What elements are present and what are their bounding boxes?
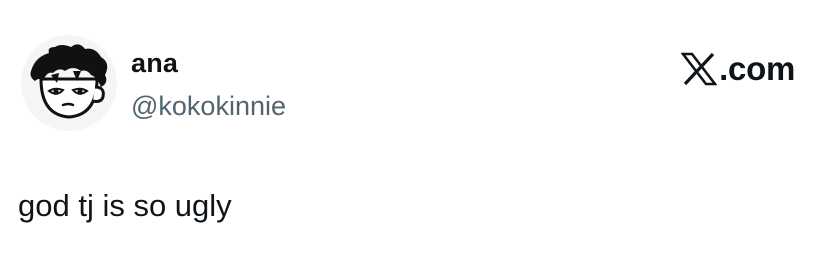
avatar[interactable] [21, 35, 117, 131]
author-handle[interactable]: @kokokinnie [131, 89, 286, 123]
x-logo-icon [681, 52, 718, 86]
cartoon-boy-avatar-icon [21, 35, 117, 131]
brand-domain-text: .com [719, 50, 795, 87]
brand-logo: .com [681, 49, 795, 89]
tweet-text: god tj is so ugly [18, 188, 232, 223]
tweet-card: ana @kokokinnie .com god tj is so ugly [0, 0, 827, 275]
author-display-name[interactable]: ana [131, 46, 286, 80]
author-block: ana @kokokinnie [131, 46, 286, 123]
